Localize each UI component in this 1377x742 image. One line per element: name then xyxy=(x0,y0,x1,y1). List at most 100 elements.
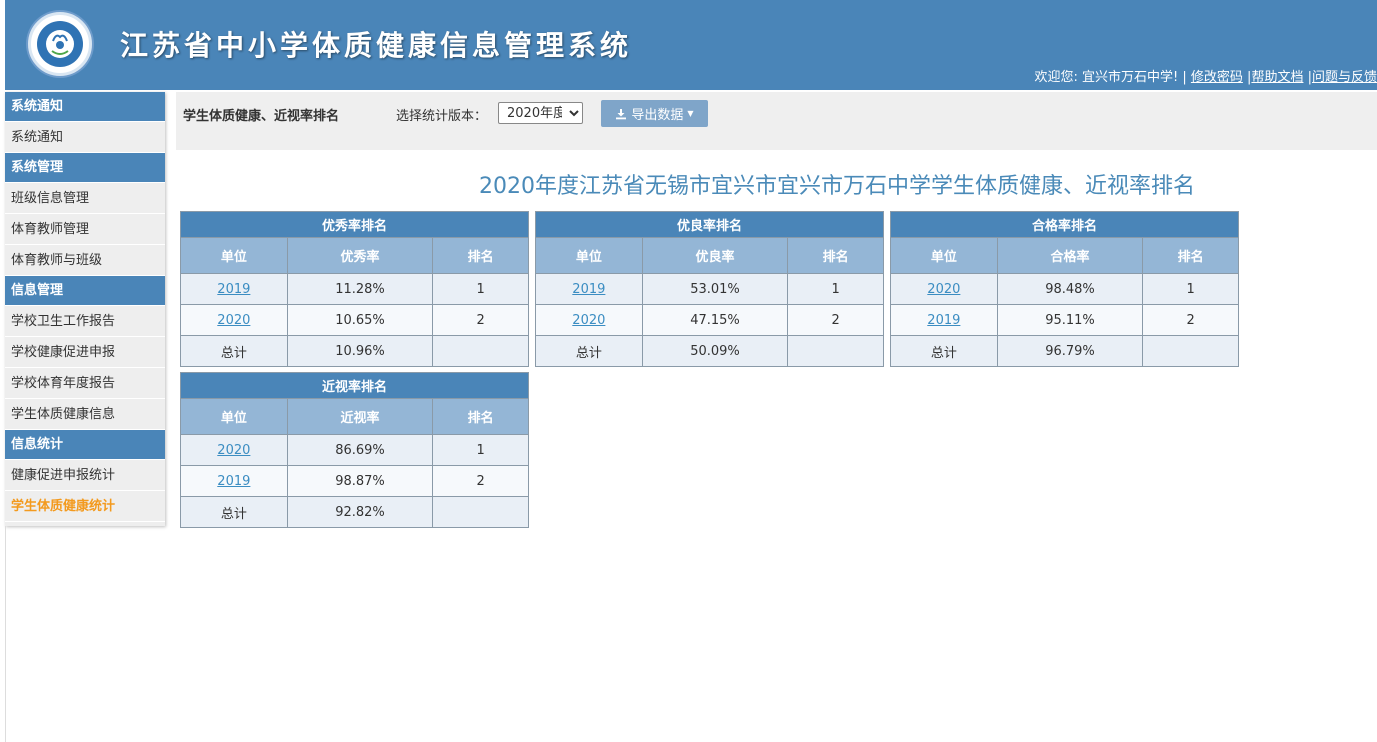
table-row: 2020 98.48% 1 xyxy=(890,273,1239,305)
rate-cell: 47.15% xyxy=(641,304,789,336)
sidebar-item-teacher-class[interactable]: 体育教师与班级 xyxy=(5,245,165,276)
sidebar-item-health-promotion[interactable]: 学校健康促进申报 xyxy=(5,337,165,368)
sidebar-item-system-notice[interactable]: 系统通知 xyxy=(5,122,165,153)
change-password-link[interactable]: 修改密码 xyxy=(1191,70,1243,85)
unit-link[interactable]: 2019 xyxy=(217,474,250,489)
sidebar-item-student-health-info[interactable]: 学生体质健康信息 xyxy=(5,399,165,430)
toolbar: 学生体质健康、近视率排名 选择统计版本： 2020年度 导出数据 ▼ xyxy=(176,92,1377,150)
total-rank xyxy=(787,335,884,367)
rate-cell: 98.87% xyxy=(286,465,434,497)
logo-icon xyxy=(28,12,92,76)
rate-cell: 86.69% xyxy=(286,434,434,466)
unit-link[interactable]: 2020 xyxy=(217,313,250,328)
header-bar: 江苏省中小学体质健康信息管理系统 欢迎您: 宜兴市万石中学! | 修改密码 |帮… xyxy=(5,0,1377,90)
rate-cell: 53.01% xyxy=(641,273,789,305)
export-data-button[interactable]: 导出数据 ▼ xyxy=(601,100,708,127)
sidebar-section-stats[interactable]: 信息统计 xyxy=(5,430,165,460)
column-header: 排名 xyxy=(787,237,884,274)
column-header: 单位 xyxy=(180,398,288,435)
unit-link[interactable]: 2019 xyxy=(572,282,605,297)
rate-cell: 11.28% xyxy=(286,273,434,305)
total-rate: 92.82% xyxy=(286,496,434,528)
sidebar-item-class-info[interactable]: 班级信息管理 xyxy=(5,183,165,214)
user-bar: 欢迎您: 宜兴市万石中学! | 修改密码 |帮助文档 |问题与反馈 xyxy=(1034,66,1377,85)
unit-link[interactable]: 2020 xyxy=(217,443,250,458)
version-select[interactable]: 2020年度 xyxy=(498,102,583,124)
column-header: 排名 xyxy=(1142,237,1239,274)
page-title: 学生体质健康、近视率排名 xyxy=(183,109,340,124)
total-label: 总计 xyxy=(535,335,643,367)
table-row: 2020 47.15% 2 xyxy=(535,304,884,336)
sidebar-item-student-health-stats[interactable]: 学生体质健康统计 xyxy=(5,491,165,522)
total-rank xyxy=(432,335,529,367)
caret-down-icon: ▼ xyxy=(687,109,694,118)
total-rate: 10.96% xyxy=(286,335,434,367)
unit-link[interactable]: 2020 xyxy=(572,313,605,328)
report-title: 2020年度江苏省无锡市宜兴市宜兴市万石中学学生体质健康、近视率排名 xyxy=(479,174,1195,199)
version-label: 选择统计版本： xyxy=(396,109,488,124)
table-row: 2019 53.01% 1 xyxy=(535,273,884,305)
table-caption: 优秀率排名 xyxy=(180,211,529,238)
good-rate-table: 优良率排名 单位 优良率 排名 2019 53.01% 1 2020 47.15… xyxy=(535,211,884,367)
rank-cell: 2 xyxy=(432,465,529,497)
column-header: 单位 xyxy=(180,237,288,274)
excellent-rate-table: 优秀率排名 单位 优秀率 排名 2019 11.28% 1 2020 10.65… xyxy=(180,211,529,367)
sidebar: 系统通知 系统通知 系统管理 班级信息管理 体育教师管理 体育教师与班级 信息管… xyxy=(5,92,165,526)
sidebar-item-health-report[interactable]: 学校卫生工作报告 xyxy=(5,306,165,337)
sidebar-section-info[interactable]: 信息管理 xyxy=(5,276,165,306)
sidebar-item-promotion-stats[interactable]: 健康促进申报统计 xyxy=(5,460,165,491)
help-doc-link[interactable]: 帮助文档 xyxy=(1251,70,1303,85)
rate-cell: 98.48% xyxy=(996,273,1144,305)
total-row: 总计 50.09% xyxy=(535,335,884,367)
total-rank xyxy=(1142,335,1239,367)
total-row: 总计 96.79% xyxy=(890,335,1239,367)
rank-cell: 2 xyxy=(432,304,529,336)
total-label: 总计 xyxy=(180,335,288,367)
divider xyxy=(5,526,6,742)
rank-cell: 1 xyxy=(787,273,884,305)
rank-cell: 2 xyxy=(787,304,884,336)
pass-rate-table: 合格率排名 单位 合格率 排名 2020 98.48% 1 2019 95.11… xyxy=(890,211,1239,367)
total-label: 总计 xyxy=(180,496,288,528)
column-header: 单位 xyxy=(890,237,998,274)
total-row: 总计 10.96% xyxy=(180,335,529,367)
rank-cell: 1 xyxy=(432,273,529,305)
table-caption: 优良率排名 xyxy=(535,211,884,238)
sidebar-item-pe-teacher[interactable]: 体育教师管理 xyxy=(5,214,165,245)
welcome-text: 欢迎您: 宜兴市万石中学! xyxy=(1034,70,1179,85)
sidebar-section-system[interactable]: 系统管理 xyxy=(5,153,165,183)
table-caption: 合格率排名 xyxy=(890,211,1239,238)
rank-cell: 1 xyxy=(1142,273,1239,305)
table-row: 2019 95.11% 2 xyxy=(890,304,1239,336)
rate-cell: 95.11% xyxy=(996,304,1144,336)
export-label: 导出数据 xyxy=(631,108,684,123)
rate-cell: 10.65% xyxy=(286,304,434,336)
myopia-rate-table: 近视率排名 单位 近视率 排名 2020 86.69% 1 2019 98.87… xyxy=(180,372,529,528)
download-icon xyxy=(616,108,627,119)
table-caption: 近视率排名 xyxy=(180,372,529,399)
column-header: 优秀率 xyxy=(286,237,434,274)
unit-link[interactable]: 2019 xyxy=(217,282,250,297)
unit-link[interactable]: 2019 xyxy=(927,313,960,328)
column-header: 排名 xyxy=(432,398,529,435)
table-row: 2020 86.69% 1 xyxy=(180,434,529,466)
total-rank xyxy=(432,496,529,528)
feedback-link[interactable]: 问题与反馈 xyxy=(1312,70,1377,85)
separator: | xyxy=(1182,70,1187,85)
total-rate: 96.79% xyxy=(996,335,1144,367)
rank-cell: 2 xyxy=(1142,304,1239,336)
column-header: 近视率 xyxy=(286,398,434,435)
column-header: 排名 xyxy=(432,237,529,274)
column-header: 合格率 xyxy=(996,237,1144,274)
column-header: 单位 xyxy=(535,237,643,274)
table-row: 2019 11.28% 1 xyxy=(180,273,529,305)
total-label: 总计 xyxy=(890,335,998,367)
unit-link[interactable]: 2020 xyxy=(927,282,960,297)
system-title: 江苏省中小学体质健康信息管理系统 xyxy=(120,29,633,62)
table-row: 2020 10.65% 2 xyxy=(180,304,529,336)
total-rate: 50.09% xyxy=(641,335,789,367)
sidebar-item-pe-annual-report[interactable]: 学校体育年度报告 xyxy=(5,368,165,399)
rank-cell: 1 xyxy=(432,434,529,466)
sidebar-section-notice[interactable]: 系统通知 xyxy=(5,92,165,122)
column-header: 优良率 xyxy=(641,237,789,274)
